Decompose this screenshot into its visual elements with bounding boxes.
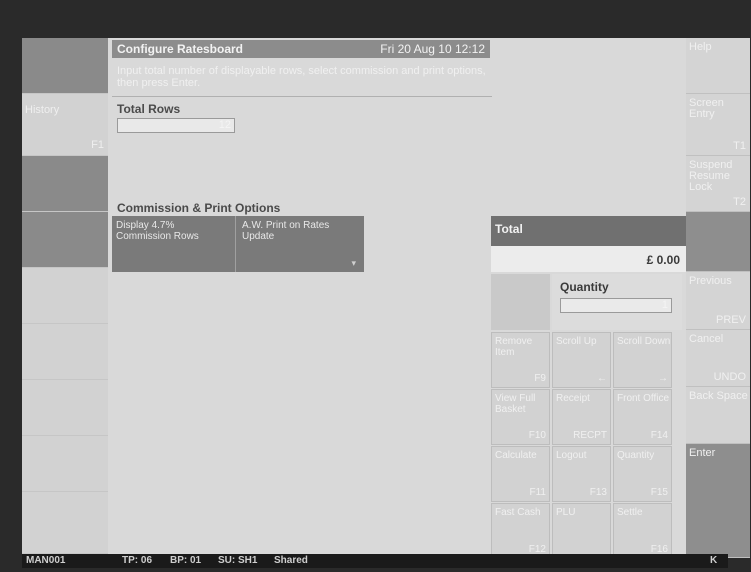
cancel-button[interactable]: Cancel UNDO [686,330,750,387]
status-user: MAN001 [26,555,66,566]
suspend-resume-lock-label: Suspend Resume Lock [689,159,733,193]
cancel-key: UNDO [713,371,746,383]
previous-button[interactable]: Previous PREV [686,272,750,330]
status-su: SU: SH1 [218,555,258,566]
suspend-resume-lock-key: T2 [733,196,746,208]
help-button[interactable]: Help [686,38,750,94]
status-mode: Shared [274,555,308,566]
help-label: Help [689,41,712,53]
back-space-button[interactable]: Back Space [686,387,750,444]
suspend-resume-lock-button[interactable]: Suspend Resume Lock T2 [686,156,750,212]
status-bar: MAN001 TP: 06 BP: 01 SU: SH1 Shared K [22,554,728,568]
cancel-label: Cancel [689,333,724,345]
status-right: K [710,555,718,566]
status-tp: TP: 06 [122,555,153,566]
right-key-4[interactable] [686,212,750,272]
right-key-column: Help Screen Entry T1 Suspend Resume Lock… [22,38,750,564]
back-space-label: Back Space [689,390,748,402]
previous-key: PREV [716,314,746,326]
enter-button[interactable]: Enter [686,444,750,558]
status-bp: BP: 01 [170,555,202,566]
previous-label: Previous [689,275,732,287]
screen-entry-button[interactable]: Screen Entry T1 [686,94,750,156]
screen-entry-key: T1 [733,140,746,152]
screen-entry-label: Screen Entry [689,97,724,120]
enter-label: Enter [689,447,716,459]
